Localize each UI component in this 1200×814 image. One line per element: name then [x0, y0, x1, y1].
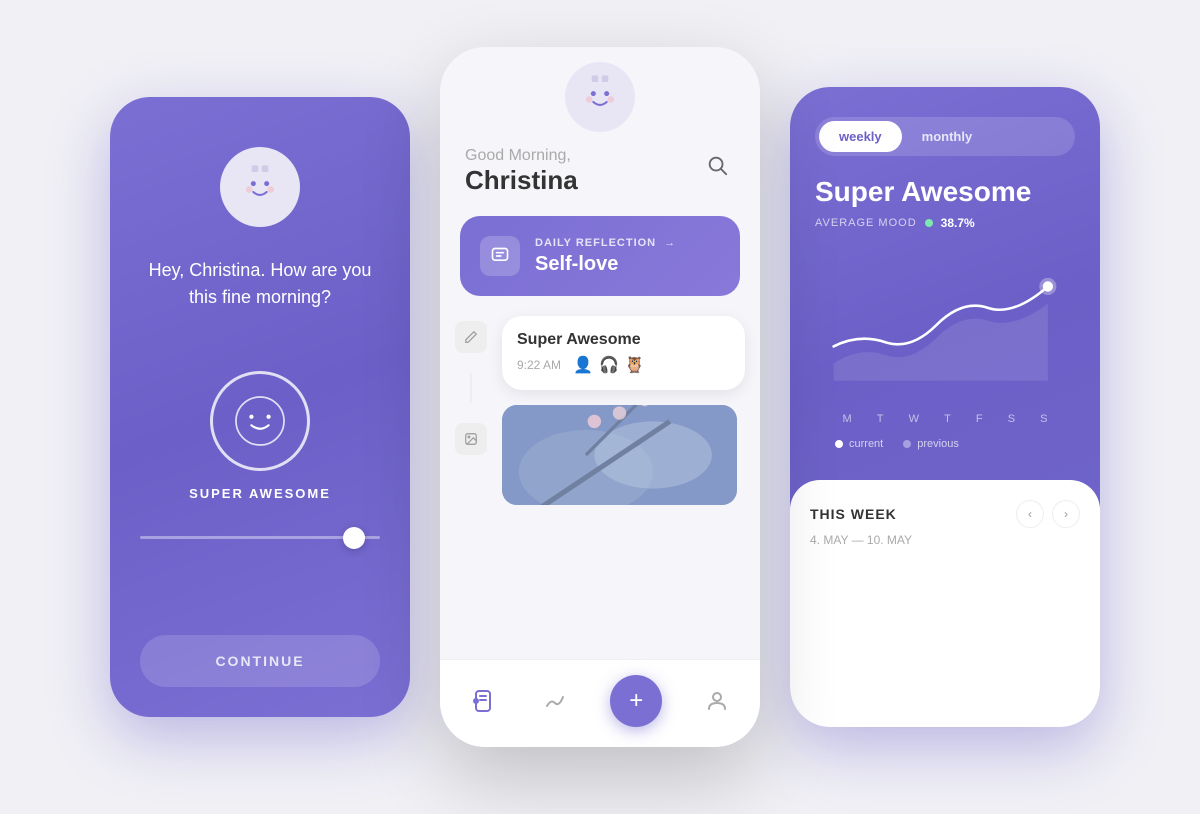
profile-nav-icon[interactable]: [699, 683, 735, 719]
center-avatar: [565, 62, 635, 132]
photo-icon: [455, 423, 487, 455]
continue-button[interactable]: CONTINUE: [140, 635, 380, 687]
avg-mood-value: 38.7%: [941, 216, 975, 230]
next-week-button[interactable]: ›: [1052, 500, 1080, 528]
mood-slider[interactable]: [140, 536, 380, 539]
day-s1: S: [1008, 413, 1015, 425]
center-face-icon: [575, 72, 625, 122]
phone-right: weekly monthly Super Awesome AVERAGE MOO…: [790, 87, 1100, 727]
legend-current: current: [835, 438, 883, 450]
entry-time: 9:22 AM: [517, 358, 561, 372]
day-t1: T: [877, 413, 884, 425]
binoculars-emoji: 🦉: [625, 355, 645, 375]
daily-reflection-card[interactable]: DAILY REFLECTION → Self-love: [460, 216, 740, 296]
legend-current-label: current: [849, 438, 883, 450]
person-emoji: 👤: [573, 355, 593, 375]
phone-left: Hey, Christina. How are you this fine mo…: [110, 97, 410, 717]
legend-previous: previous: [903, 438, 959, 450]
greeting-block: Good Morning, Christina: [465, 147, 578, 196]
timeline-section: Super Awesome 9:22 AM 👤 🎧 🦉: [440, 306, 760, 659]
face-icon: [235, 162, 285, 212]
slider-thumb: [343, 527, 365, 549]
photo1: [502, 405, 737, 505]
phone-center: Good Morning, Christina DAILY: [440, 47, 760, 747]
day-w: W: [909, 413, 919, 425]
weekly-toggle-button[interactable]: weekly: [819, 121, 902, 152]
this-week-header: THIS WEEK ‹ ›: [810, 500, 1080, 528]
mood-entry-card[interactable]: Super Awesome 9:22 AM 👤 🎧 🦉: [502, 316, 745, 390]
day-t2: T: [944, 413, 951, 425]
headphones-emoji: 🎧: [599, 355, 619, 375]
chart-svg: [825, 245, 1065, 405]
day-m: M: [843, 413, 852, 425]
right-bottom: THIS WEEK ‹ › 4. MAY — 10. MAY: [790, 480, 1100, 727]
center-name: Christina: [465, 165, 578, 196]
edit-icon: [455, 321, 487, 353]
timeline-line: [470, 373, 472, 403]
add-button[interactable]: +: [610, 675, 662, 727]
days-row: M T W T F S S: [815, 405, 1075, 433]
mood-circle: [210, 371, 310, 471]
center-header: Good Morning, Christina: [440, 132, 760, 206]
this-week-title: THIS WEEK: [810, 506, 897, 522]
mood-label: SUPER AWESOME: [189, 486, 331, 501]
avg-mood-dot: [925, 219, 933, 227]
daily-reflection-label: DAILY REFLECTION →: [535, 237, 676, 249]
slider-track: [140, 536, 380, 539]
left-avatar: [220, 147, 300, 227]
day-s2: S: [1040, 413, 1047, 425]
legend-previous-label: previous: [917, 438, 959, 450]
left-greeting: Hey, Christina. How are you this fine mo…: [140, 257, 380, 311]
mood-face-icon: [230, 391, 290, 451]
timeline-icons: [440, 316, 502, 649]
entry-title: Super Awesome: [517, 331, 730, 349]
monthly-toggle-button[interactable]: monthly: [902, 121, 993, 152]
phones-container: Hey, Christina. How are you this fine mo…: [50, 17, 1150, 797]
timeline-content: Super Awesome 9:22 AM 👤 🎧 🦉: [502, 316, 760, 649]
avg-mood-label: AVERAGE MOOD: [815, 217, 917, 229]
chart-nav-icon[interactable]: [538, 683, 574, 719]
legend-current-dot: [835, 440, 843, 448]
journal-nav-icon[interactable]: [465, 683, 501, 719]
notch-area: [440, 47, 760, 132]
search-icon[interactable]: [699, 147, 735, 183]
arrow-icon: →: [664, 237, 676, 249]
mood-chart: [825, 245, 1065, 405]
avg-mood-row: AVERAGE MOOD 38.7%: [815, 216, 1075, 230]
period-toggle: weekly monthly: [815, 117, 1075, 156]
right-top: weekly monthly Super Awesome AVERAGE MOO…: [790, 87, 1100, 480]
chart-legend: current previous: [815, 433, 1075, 460]
entry-emojis: 👤 🎧 🦉: [573, 355, 645, 375]
date-range: 4. MAY — 10. MAY: [810, 533, 1080, 547]
bottom-nav: +: [440, 659, 760, 747]
photo-row: [502, 405, 745, 505]
daily-reflection-icon: [480, 236, 520, 276]
entry-meta: 9:22 AM 👤 🎧 🦉: [517, 355, 730, 375]
daily-reflection-value: Self-love: [535, 253, 676, 276]
center-greeting-small: Good Morning,: [465, 147, 578, 165]
week-nav-arrows: ‹ ›: [1016, 500, 1080, 528]
right-mood-title: Super Awesome: [815, 176, 1075, 208]
daily-card-content: DAILY REFLECTION → Self-love: [535, 237, 676, 276]
prev-week-button[interactable]: ‹: [1016, 500, 1044, 528]
legend-previous-dot: [903, 440, 911, 448]
day-f: F: [976, 413, 983, 425]
